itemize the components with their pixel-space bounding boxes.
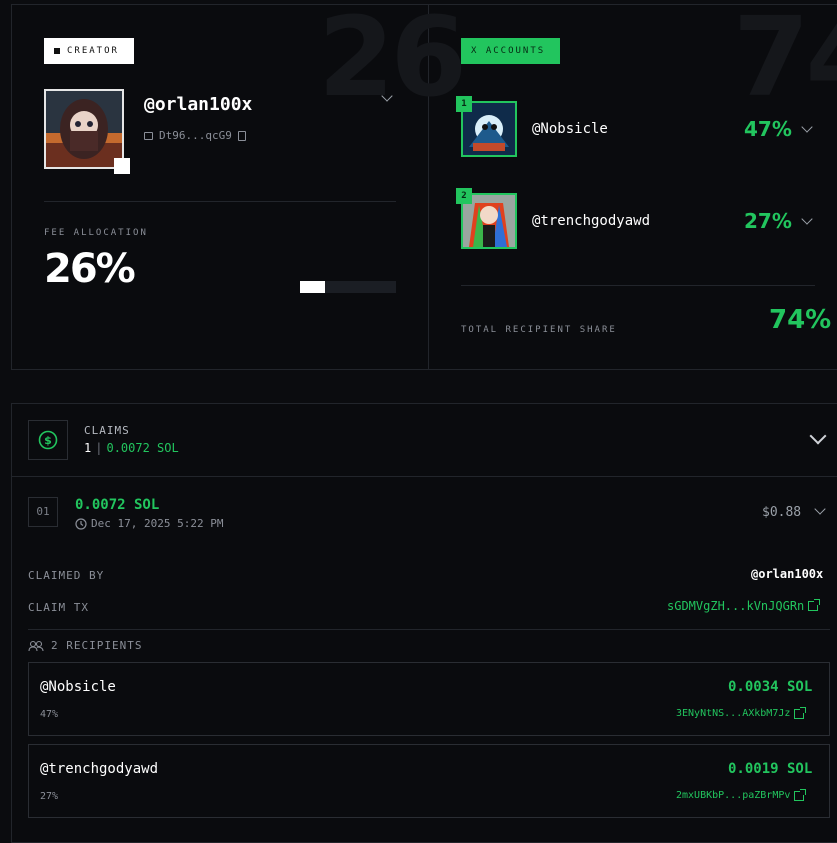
recipient-amount: 0.0019 SOL: [728, 761, 813, 777]
divider: [461, 285, 815, 286]
creator-expand-button[interactable]: [381, 90, 393, 102]
claimed-by-value[interactable]: @orlan100x: [751, 567, 823, 581]
claims-header[interactable]: [12, 404, 837, 476]
recipient-amount: 0.0034 SOL: [728, 679, 813, 695]
chevron-down-icon: [801, 121, 813, 133]
external-link-icon: [808, 599, 821, 611]
total-recipient-share-value: 74%: [769, 305, 832, 335]
claims-count: 1: [84, 441, 92, 455]
x-accounts-tag: X ACCOUNTS: [461, 38, 560, 64]
divider: [12, 476, 837, 477]
wallet-icon: [144, 131, 153, 140]
fee-allocation-bar: [300, 281, 396, 293]
chevron-down-icon: [814, 503, 826, 515]
dollar-icon: $: [38, 430, 58, 450]
claims-collapse-button[interactable]: [809, 427, 827, 445]
creator-name[interactable]: @orlan100x: [144, 94, 252, 115]
total-recipient-share-label: TOTAL RECIPIENT SHARE: [461, 325, 617, 335]
account-share: 27%: [744, 209, 792, 233]
claimed-by-label: CLAIMED BY: [28, 569, 105, 582]
claim-amount: 0.0072 SOL: [75, 497, 160, 513]
x-accounts-tag-label: X ACCOUNTS: [471, 46, 546, 56]
divider: [44, 201, 396, 202]
accounts-background-number: 74: [733, 0, 837, 121]
claim-date-row: Dec 17, 2025 5:22 PM: [75, 517, 223, 530]
claim-tx-label: CLAIM TX: [28, 601, 89, 614]
svg-text:$: $: [44, 434, 52, 447]
recipient-name[interactable]: @Nobsicle: [40, 679, 116, 695]
recipients-header: 2 RECIPIENTS: [28, 639, 142, 652]
fee-allocation-value: 26%: [44, 246, 136, 292]
recipient-tx-link[interactable]: 2mxUBKbP...paZBrMPv: [676, 788, 807, 801]
recipient-name[interactable]: @trenchgodyawd: [40, 761, 158, 777]
account-name[interactable]: @Nobsicle: [532, 121, 608, 137]
claims-title: CLAIMS: [84, 424, 130, 437]
claim-date: Dec 17, 2025 5:22 PM: [91, 517, 224, 530]
claims-total: 0.0072 SOL: [106, 441, 179, 455]
external-link-icon: [794, 706, 807, 719]
avatar-badge: [114, 158, 130, 174]
recipient-card: [28, 662, 830, 736]
claim-index: 01: [28, 497, 58, 527]
external-link-icon: [794, 788, 807, 801]
square-icon: [54, 48, 60, 54]
creator-address: Dt96...qcG9: [159, 129, 232, 142]
recipient-share: 27%: [40, 791, 59, 802]
account-expand-button[interactable]: [801, 213, 813, 225]
claim-tx-link[interactable]: sGDMVgZH...kVnJQGRn: [667, 599, 821, 613]
fee-allocation-label: FEE ALLOCATION: [44, 228, 148, 238]
divider: [28, 629, 830, 630]
recipients-label: 2 RECIPIENTS: [51, 639, 143, 652]
recipient-share: 47%: [40, 709, 59, 720]
claim-usd-value: $0.88: [762, 505, 802, 520]
creator-address-row: Dt96...qcG9: [144, 129, 246, 142]
copy-icon[interactable]: [237, 130, 246, 141]
account-name[interactable]: @trenchgodyawd: [532, 213, 650, 229]
recipient-address: 2mxUBKbP...paZBrMPv: [676, 790, 791, 801]
recipient-card: [28, 744, 830, 818]
claims-summary: 1 | 0.0072 SOL: [84, 441, 179, 455]
creator-tag-label: CREATOR: [67, 46, 119, 56]
recipient-address: 3ENyNtNS...AXkbM7Jz: [676, 708, 791, 719]
account-rank-badge: 1: [456, 96, 472, 112]
chevron-down-icon: [801, 213, 813, 225]
account-rank-badge: 2: [456, 188, 472, 204]
creator-avatar[interactable]: [44, 89, 124, 169]
clock-icon: [75, 517, 87, 530]
account-share: 47%: [744, 117, 792, 141]
claim-tx-value: sGDMVgZH...kVnJQGRn: [667, 599, 805, 613]
chevron-down-icon: [809, 427, 827, 445]
creator-tag: CREATOR: [44, 38, 134, 64]
chevron-down-icon: [381, 90, 393, 102]
claims-icon-box: $: [28, 420, 68, 460]
recipient-tx-link[interactable]: 3ENyNtNS...AXkbM7Jz: [676, 706, 807, 719]
creator-avatar-image: [46, 91, 122, 167]
users-icon: [28, 640, 44, 651]
fee-allocation-bar-fill: [300, 281, 325, 293]
account-expand-button[interactable]: [801, 121, 813, 133]
claim-expand-button[interactable]: [814, 503, 826, 515]
